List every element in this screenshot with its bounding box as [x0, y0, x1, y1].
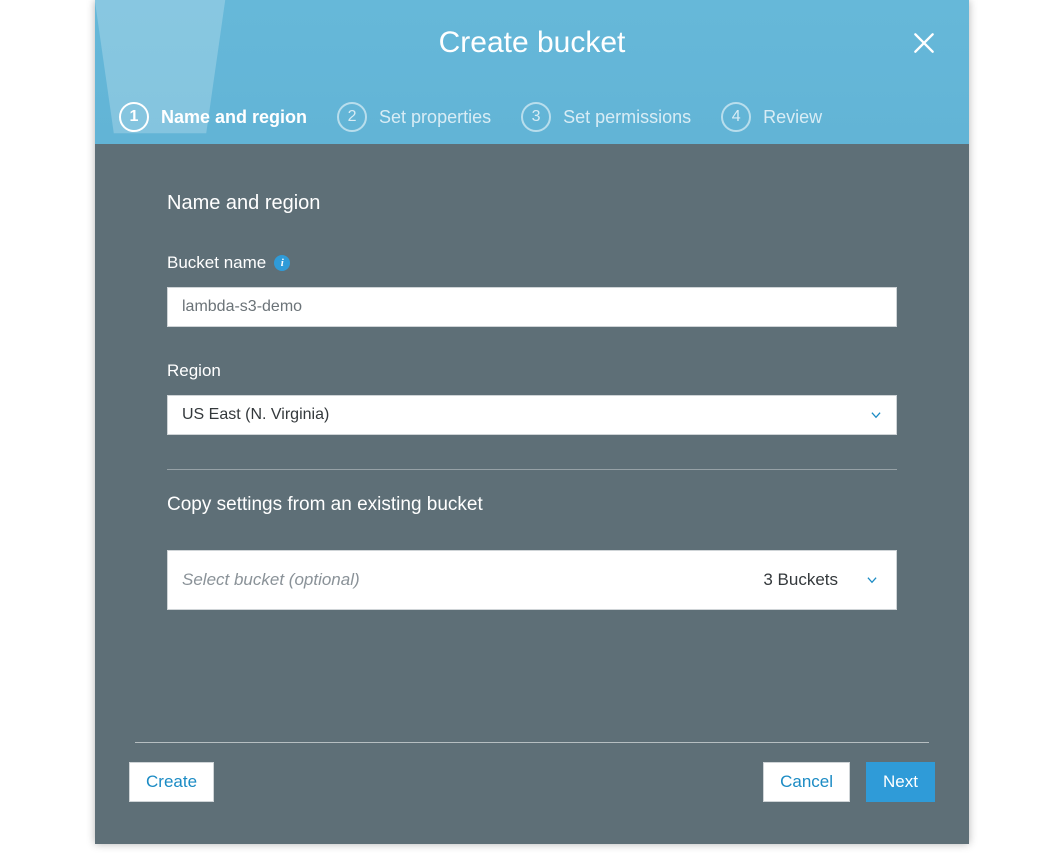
step-label: Set permissions: [563, 107, 691, 128]
create-button[interactable]: Create: [129, 762, 214, 802]
copy-settings-count: 3 Buckets: [763, 570, 838, 590]
copy-settings-title: Copy settings from an existing bucket: [167, 494, 897, 516]
step-set-properties[interactable]: 2 Set properties: [337, 102, 491, 132]
copy-settings-placeholder: Select bucket (optional): [182, 570, 360, 590]
footer-divider: [135, 742, 929, 743]
step-number: 1: [119, 102, 149, 132]
cancel-button-label: Cancel: [780, 772, 833, 792]
step-number: 4: [721, 102, 751, 132]
step-label: Name and region: [161, 107, 307, 128]
modal-footer: Create Cancel Next: [95, 734, 969, 844]
step-name-and-region[interactable]: 1 Name and region: [119, 102, 307, 132]
cancel-button[interactable]: Cancel: [763, 762, 850, 802]
bucket-name-input[interactable]: [167, 287, 897, 327]
footer-button-row: Create Cancel Next: [129, 762, 935, 802]
region-selected-value: US East (N. Virginia): [182, 406, 329, 424]
region-label: Region: [167, 361, 897, 381]
create-button-label: Create: [146, 772, 197, 792]
region-select[interactable]: US East (N. Virginia): [167, 395, 897, 435]
step-review[interactable]: 4 Review: [721, 102, 822, 132]
close-button[interactable]: [911, 30, 941, 60]
step-label: Review: [763, 107, 822, 128]
next-button[interactable]: Next: [866, 762, 935, 802]
wizard-stepper: 1 Name and region 2 Set properties 3 Set…: [119, 102, 945, 132]
step-set-permissions[interactable]: 3 Set permissions: [521, 102, 691, 132]
modal-header: Create bucket 1 Name and region 2 Set pr…: [95, 0, 969, 144]
bucket-name-label: Bucket name: [167, 253, 266, 273]
info-icon[interactable]: i: [274, 255, 290, 271]
create-bucket-modal: Create bucket 1 Name and region 2 Set pr…: [95, 0, 969, 844]
next-button-label: Next: [883, 772, 918, 792]
divider: [167, 469, 897, 470]
step-number: 3: [521, 102, 551, 132]
copy-settings-select[interactable]: Select bucket (optional) 3 Buckets: [167, 550, 897, 610]
modal-body: Name and region Bucket name i Region US …: [95, 144, 969, 734]
step-number: 2: [337, 102, 367, 132]
close-icon: [911, 30, 937, 56]
section-title: Name and region: [167, 192, 897, 215]
modal-title: Create bucket: [95, 26, 969, 60]
bucket-name-label-row: Bucket name i: [167, 253, 897, 273]
step-label: Set properties: [379, 107, 491, 128]
